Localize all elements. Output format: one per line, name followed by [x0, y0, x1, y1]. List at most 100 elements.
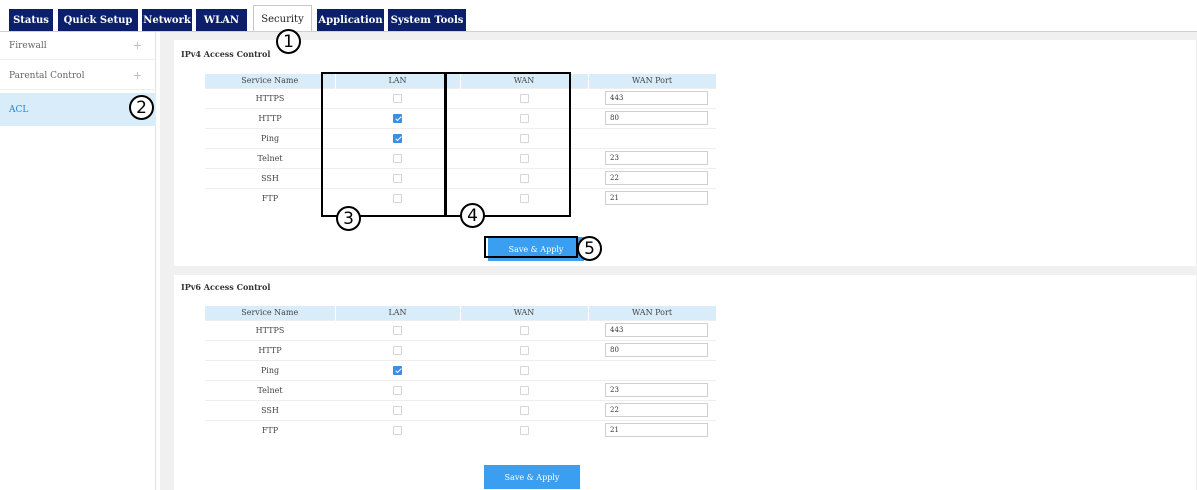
wan-cell	[460, 339, 588, 360]
service-name-cell: Telnet	[205, 147, 335, 168]
service-name-cell: Ping	[205, 127, 335, 148]
column-header-service: Service Name	[205, 306, 336, 320]
annotation-marker-5: 5	[577, 236, 602, 261]
lan-column-highlight	[321, 72, 446, 217]
lan-checkbox[interactable]	[393, 365, 402, 375]
annotation-marker-3: 3	[336, 206, 361, 231]
service-name-cell: FTP	[205, 187, 335, 208]
wan-port-cell	[588, 147, 716, 168]
wan-port-input[interactable]	[605, 91, 708, 105]
sidebar-item-parental-control[interactable]: Parental Control +	[0, 62, 156, 90]
plus-icon: +	[132, 39, 142, 52]
wan-cell	[460, 419, 588, 440]
tab-security[interactable]: Security	[253, 5, 312, 32]
wan-port-input[interactable]	[605, 151, 708, 165]
column-header-wan-port: WAN Port	[588, 74, 717, 88]
service-name-cell: SSH	[205, 399, 335, 420]
wan-port-cell	[588, 127, 716, 148]
lan-checkbox[interactable]	[393, 325, 402, 335]
service-name-cell: HTTPS	[205, 87, 335, 108]
wan-port-input[interactable]	[605, 343, 708, 357]
wan-checkbox[interactable]	[519, 426, 529, 435]
wan-port-cell	[588, 187, 716, 208]
wan-port-cell	[588, 107, 716, 128]
service-name-cell: HTTP	[205, 107, 335, 128]
wan-cell	[460, 359, 588, 380]
wan-port-input[interactable]	[605, 403, 708, 417]
ipv6-section-title: IPv6 Access Control	[181, 282, 271, 292]
table-row: Telnet	[205, 379, 716, 400]
wan-port-cell	[588, 319, 716, 340]
column-header-wan: WAN	[460, 306, 589, 320]
annotation-marker-4: 4	[460, 203, 485, 228]
lan-cell	[335, 339, 460, 360]
tab-status[interactable]: Status	[9, 9, 53, 32]
service-name-cell: Telnet	[205, 379, 335, 400]
sidebar-item-label: Parental Control	[9, 70, 85, 81]
wan-checkbox[interactable]	[519, 365, 529, 375]
save-button-highlight	[484, 236, 578, 258]
wan-port-cell	[588, 419, 716, 440]
wan-port-input[interactable]	[605, 323, 708, 337]
wan-port-cell	[588, 339, 716, 360]
ipv4-section-title: IPv4 Access Control	[181, 49, 271, 59]
wan-cell	[460, 379, 588, 400]
wan-checkbox[interactable]	[519, 345, 529, 355]
tab-wlan[interactable]: WLAN	[196, 9, 247, 32]
wan-port-input[interactable]	[605, 383, 708, 397]
wan-column-highlight	[445, 72, 571, 217]
wan-port-input[interactable]	[605, 423, 708, 438]
column-header-lan: LAN	[335, 306, 461, 320]
table-row: HTTPS	[205, 319, 716, 340]
sidebar-item-firewall[interactable]: Firewall +	[0, 32, 156, 60]
annotation-marker-2: 2	[129, 95, 154, 120]
service-name-cell: HTTPS	[205, 319, 335, 340]
ipv6-table: Service Name LAN WAN WAN Port HTTPSHTTPP…	[205, 306, 717, 440]
service-name-cell: Ping	[205, 359, 335, 380]
table-row: SSH	[205, 399, 716, 420]
sidebar-item-label: Firewall	[9, 40, 47, 51]
wan-cell	[460, 319, 588, 340]
wan-port-input[interactable]	[605, 191, 708, 206]
ipv6-table-body: HTTPSHTTPPingTelnetSSHFTP	[205, 319, 716, 440]
plus-icon: +	[132, 69, 142, 82]
lan-checkbox[interactable]	[393, 385, 402, 395]
tab-network[interactable]: Network	[142, 9, 192, 32]
wan-port-cell	[588, 379, 716, 400]
tab-quick-setup[interactable]: Quick Setup	[58, 9, 138, 32]
lan-cell	[335, 319, 460, 340]
ipv6-save-apply-button[interactable]: Save & Apply	[484, 465, 580, 489]
lan-cell	[335, 419, 460, 440]
table-row: FTP	[205, 419, 716, 440]
wan-port-cell	[588, 399, 716, 420]
sidebar-item-label: ACL	[9, 104, 29, 115]
main-content: IPv4 Access Control Service Name LAN WAN…	[160, 32, 1197, 490]
tab-application[interactable]: Application	[317, 9, 384, 32]
wan-checkbox[interactable]	[519, 385, 529, 395]
table-row: Ping	[205, 359, 716, 380]
wan-port-cell	[588, 87, 716, 108]
top-navigation: Status Quick Setup Network WLAN Security…	[0, 0, 1197, 32]
tab-system-tools[interactable]: System Tools	[388, 9, 466, 32]
table-row: HTTP	[205, 339, 716, 360]
lan-cell	[335, 379, 460, 400]
service-name-cell: HTTP	[205, 339, 335, 360]
wan-checkbox[interactable]	[519, 325, 529, 335]
lan-cell	[335, 399, 460, 420]
wan-port-input[interactable]	[605, 111, 708, 125]
service-name-cell: FTP	[205, 419, 335, 440]
lan-checkbox[interactable]	[393, 405, 402, 415]
column-header-wan-port: WAN Port	[588, 306, 717, 320]
annotation-marker-1: 1	[276, 29, 301, 54]
column-header-service: Service Name	[205, 74, 336, 88]
wan-port-cell	[588, 359, 716, 380]
wan-cell	[460, 399, 588, 420]
service-name-cell: SSH	[205, 167, 335, 188]
table-header-row: Service Name LAN WAN WAN Port	[205, 306, 717, 320]
wan-port-input[interactable]	[605, 171, 708, 185]
lan-cell	[335, 359, 460, 380]
lan-checkbox[interactable]	[393, 426, 402, 435]
ipv6-panel: IPv6 Access Control Service Name LAN WAN…	[174, 275, 1196, 490]
wan-checkbox[interactable]	[519, 405, 529, 415]
lan-checkbox[interactable]	[393, 345, 402, 355]
